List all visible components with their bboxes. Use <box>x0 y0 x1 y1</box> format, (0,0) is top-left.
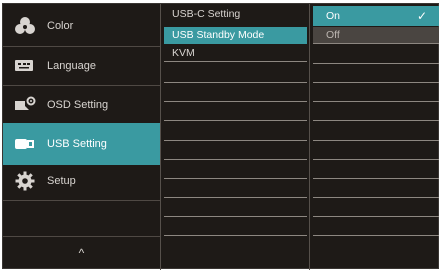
submenu-empty-row <box>164 124 307 141</box>
submenu-empty-row <box>164 85 307 102</box>
options-empty-row <box>313 85 439 102</box>
check-icon: ✓ <box>416 9 427 23</box>
menu-item-language[interactable]: Language <box>3 47 160 85</box>
language-icon <box>15 60 33 71</box>
usb-icon <box>15 139 34 149</box>
options-panel: On ✓ Off <box>311 4 439 270</box>
submenu-empty-row <box>164 143 307 160</box>
submenu-empty-row <box>164 200 307 217</box>
menu-label-language: Language <box>47 60 96 72</box>
submenu-item-kvm[interactable]: KVM <box>164 45 307 62</box>
option-off[interactable]: Off <box>313 27 439 44</box>
submenu-empty-row <box>164 181 307 198</box>
gear-icon <box>15 171 35 191</box>
menu-label-usb-setting: USB Setting <box>47 138 107 150</box>
submenu-item-usb-standby-mode[interactable]: USB Standby Mode <box>164 27 307 44</box>
option-on[interactable]: On ✓ <box>313 6 439 26</box>
submenu-item-usb-c-setting[interactable]: USB-C Setting <box>164 6 307 23</box>
option-on-label: On <box>326 10 341 22</box>
scroll-up-arrow[interactable]: ^ <box>3 238 160 268</box>
menu-item-usb-setting[interactable]: USB Setting <box>3 123 160 165</box>
color-palette-icon <box>15 17 35 34</box>
options-empty-row <box>313 47 439 64</box>
submenu-empty-row <box>164 104 307 121</box>
options-empty-row <box>313 104 439 121</box>
options-empty-row <box>313 124 439 141</box>
osd-menu: Color Language OSD Setting USB Setting S… <box>2 3 439 270</box>
options-empty-row <box>313 219 439 236</box>
menu-item-color[interactable]: Color <box>3 7 160 45</box>
submenu-empty-row <box>164 66 307 83</box>
menu-item-setup[interactable]: Setup <box>3 162 160 200</box>
options-empty-row <box>313 181 439 198</box>
options-empty-row <box>313 200 439 217</box>
menu-item-osd-setting[interactable]: OSD Setting <box>3 86 160 124</box>
options-empty-row <box>313 143 439 160</box>
osd-setting-icon <box>15 96 36 110</box>
menu-label-setup: Setup <box>47 175 76 187</box>
main-menu: Color Language OSD Setting USB Setting S… <box>3 4 161 270</box>
menu-label-osd-setting: OSD Setting <box>47 99 109 111</box>
submenu-empty-row <box>164 162 307 179</box>
submenu: USB-C Setting USB Standby Mode KVM <box>161 4 310 270</box>
options-empty-row <box>313 162 439 179</box>
options-empty-row <box>313 66 439 83</box>
submenu-empty-row <box>164 219 307 236</box>
menu-label-color: Color <box>47 20 74 32</box>
